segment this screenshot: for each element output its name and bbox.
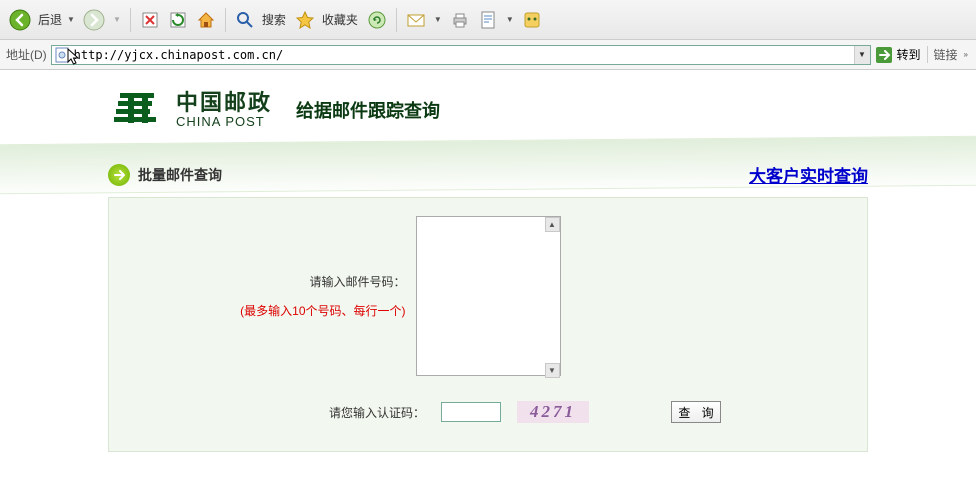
favorites-button[interactable]	[292, 7, 318, 33]
go-button[interactable]: 转到	[875, 46, 921, 64]
search-button[interactable]	[232, 7, 258, 33]
refresh-button[interactable]	[165, 7, 191, 33]
search-label: 搜索	[262, 11, 286, 28]
scroll-up-icon[interactable]: ▲	[545, 217, 560, 232]
browser-toolbar: 后退 ▼ ▼ 搜索 收藏夹 ▼ ▼	[0, 0, 976, 40]
back-dropdown-icon[interactable]: ▼	[64, 15, 78, 24]
links-label[interactable]: 链接	[927, 46, 958, 63]
back-button[interactable]	[6, 7, 34, 33]
batch-query-title: 批量邮件查询	[138, 165, 222, 185]
back-label: 后退	[38, 11, 62, 28]
logo-cn: 中国邮政	[176, 91, 272, 115]
edit-dropdown-icon[interactable]: ▼	[503, 15, 517, 24]
toolbar-separator	[396, 8, 397, 32]
stop-button[interactable]	[137, 7, 163, 33]
print-button[interactable]	[447, 7, 473, 33]
tracking-number-input[interactable]	[416, 216, 561, 376]
mail-dropdown-icon[interactable]: ▼	[431, 15, 445, 24]
logo-en: CHINA POST	[176, 115, 272, 129]
go-label: 转到	[897, 46, 921, 63]
vip-realtime-link[interactable]: 大客户实时查询	[749, 162, 868, 187]
tracking-number-hint: (最多输入10个号码、每行一个)	[240, 302, 405, 319]
toolbar-separator	[225, 8, 226, 32]
scroll-down-icon[interactable]: ▼	[545, 363, 560, 378]
page-content: 中国邮政 CHINA POST 给据邮件跟踪查询 批量邮件查询 大客户实时查询 …	[0, 70, 976, 452]
address-bar: 地址(D) ▼ 转到 链接 »	[0, 40, 976, 70]
arrow-circle-icon	[108, 164, 130, 186]
favorites-label: 收藏夹	[322, 11, 358, 28]
messenger-button[interactable]	[519, 7, 545, 33]
forward-button[interactable]	[80, 7, 108, 33]
captcha-input[interactable]	[441, 402, 501, 422]
address-input-wrap: ▼	[51, 45, 871, 65]
links-expand-icon[interactable]: »	[962, 50, 970, 59]
page-tagline: 给据邮件跟踪查询	[296, 97, 440, 123]
section-heading: 批量邮件查询 大客户实时查询	[108, 162, 868, 187]
edit-button[interactable]	[475, 7, 501, 33]
tracking-number-label: 请输入邮件号码：	[309, 273, 405, 290]
query-form-panel: 请输入邮件号码： (最多输入10个号码、每行一个) ▲ ▼ 请您输入认证码： 4…	[108, 197, 868, 452]
address-dropdown-icon[interactable]: ▼	[854, 46, 870, 64]
address-input[interactable]	[72, 48, 854, 62]
forward-dropdown-icon[interactable]: ▼	[110, 15, 124, 24]
history-button[interactable]	[364, 7, 390, 33]
header-logo-row: 中国邮政 CHINA POST 给据邮件跟踪查询	[108, 80, 868, 140]
page-icon	[54, 47, 70, 63]
chinapost-logo-icon	[114, 89, 164, 131]
mail-button[interactable]	[403, 7, 429, 33]
captcha-label: 请您输入认证码：	[255, 404, 425, 421]
logo-text: 中国邮政 CHINA POST	[176, 91, 272, 129]
home-button[interactable]	[193, 7, 219, 33]
query-button[interactable]: 查 询	[671, 401, 721, 423]
toolbar-separator	[130, 8, 131, 32]
address-label: 地址(D)	[6, 46, 47, 63]
captcha-image: 4271	[517, 401, 589, 423]
